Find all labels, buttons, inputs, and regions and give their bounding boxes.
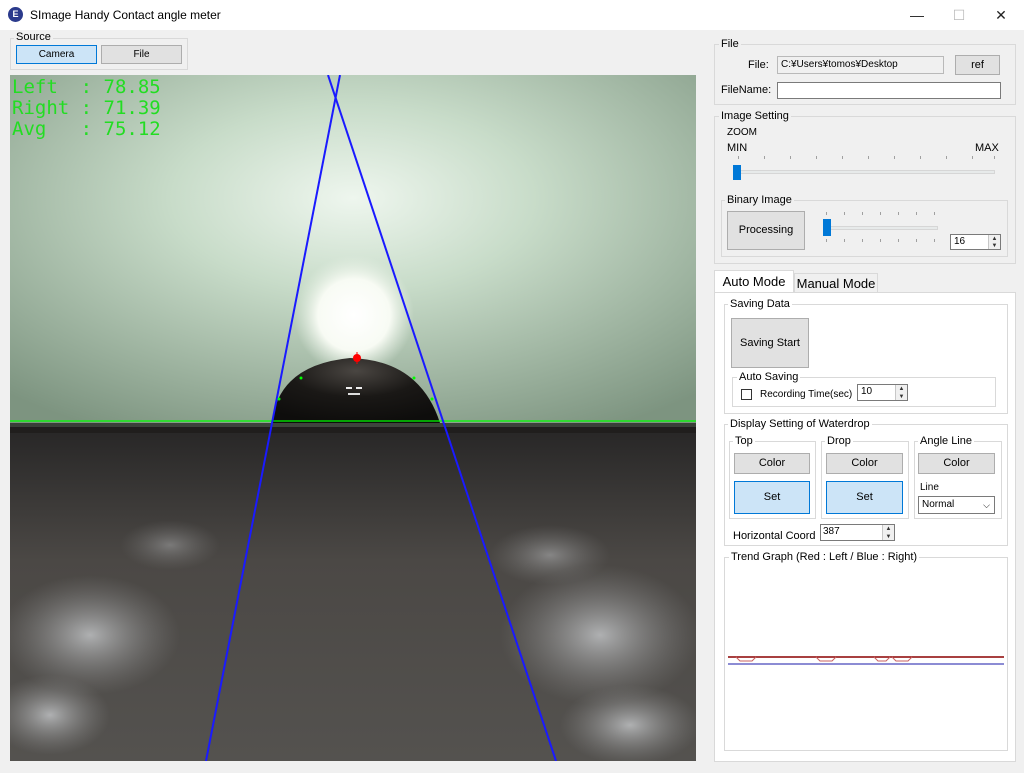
left-angle-readout: Left : 78.85 <box>12 76 161 98</box>
horizontal-coord-value: 387 <box>823 526 840 537</box>
threshold-value: 16 <box>954 236 966 247</box>
image-setting-label: Image Setting <box>719 110 791 122</box>
measurement-overlay <box>10 75 696 761</box>
drop-color-button[interactable]: Color <box>826 453 903 474</box>
top-set-button[interactable]: Set <box>734 481 810 514</box>
threshold-ticks <box>822 212 940 216</box>
app-icon: E <box>8 7 23 22</box>
line-label: Line <box>920 482 939 493</box>
recording-checkbox[interactable] <box>741 389 752 400</box>
binary-image-label: Binary Image <box>725 194 794 206</box>
zoom-slider-thumb[interactable] <box>733 165 741 180</box>
top-label: Top <box>733 435 755 447</box>
file-source-button[interactable]: File <box>101 45 182 64</box>
spin-down-icon[interactable]: ▼ <box>882 532 894 540</box>
angle-line-label: Angle Line <box>918 435 974 447</box>
filename-field[interactable] <box>777 82 1001 99</box>
ref-button[interactable]: ref <box>955 55 1000 75</box>
trend-graph-plot <box>728 656 1004 665</box>
avg-angle-readout: Avg : 75.12 <box>12 118 161 140</box>
threshold-ticks-bottom <box>822 239 940 243</box>
threshold-slider-thumb[interactable] <box>823 219 831 236</box>
zoom-min-label: MIN <box>727 142 748 154</box>
filename-label: FileName: <box>721 84 772 96</box>
saving-start-button[interactable]: Saving Start <box>731 318 809 368</box>
drop-set-button[interactable]: Set <box>826 481 903 514</box>
processing-button[interactable]: Processing <box>727 211 805 250</box>
title-bar: E SImage Handy Contact angle meter — ☐ ✕ <box>0 0 1024 30</box>
trend-graph-label: Trend Graph (Red : Left / Blue : Right) <box>729 551 920 563</box>
source-group-label: Source <box>14 31 53 43</box>
right-angle-readout: Right : 71.39 <box>12 97 161 119</box>
left-tangent-line <box>205 75 341 761</box>
angle-line-color-button[interactable]: Color <box>918 453 995 474</box>
recording-time-value: 10 <box>861 386 873 397</box>
horizontal-coord-spinner[interactable]: 387 ▲ ▼ <box>820 524 895 541</box>
recording-time-spinner[interactable]: 10 ▲ ▼ <box>857 384 908 401</box>
file-path-label: File: <box>748 59 769 71</box>
saving-data-label: Saving Data <box>728 298 792 310</box>
drop-label: Drop <box>825 435 853 447</box>
spin-down-icon[interactable]: ▼ <box>988 242 1000 249</box>
tab-auto-mode[interactable]: Auto Mode <box>714 270 794 293</box>
recording-time-label: Recording Time(sec) <box>760 389 853 400</box>
minimize-button[interactable]: — <box>894 0 940 30</box>
chevron-down-icon: ⌵ <box>983 500 990 510</box>
spin-up-icon[interactable]: ▲ <box>988 235 1000 242</box>
auto-saving-label: Auto Saving <box>737 371 801 383</box>
zoom-label: ZOOM <box>727 127 757 138</box>
line-style-select[interactable]: Normal ⌵ <box>918 496 995 514</box>
zoom-max-label: MAX <box>975 142 999 154</box>
spin-up-icon[interactable]: ▲ <box>882 525 894 533</box>
zoom-slider-track[interactable] <box>733 170 995 174</box>
display-setting-label: Display Setting of Waterdrop <box>728 418 872 430</box>
tab-manual-mode[interactable]: Manual Mode <box>794 273 878 293</box>
line-style-value: Normal <box>922 499 955 510</box>
top-color-button[interactable]: Color <box>734 453 810 474</box>
zoom-ticks <box>732 156 996 160</box>
close-button[interactable]: ✕ <box>978 0 1024 30</box>
file-group-label: File <box>719 38 741 50</box>
right-tangent-line <box>327 75 557 761</box>
maximize-button[interactable]: ☐ <box>936 0 982 30</box>
spin-down-icon[interactable]: ▼ <box>895 392 907 400</box>
camera-source-button[interactable]: Camera <box>16 45 97 64</box>
camera-view[interactable]: Left : 78.85 Right : 71.39 Avg : 75.12 <box>10 75 696 761</box>
threshold-slider-track[interactable] <box>823 226 938 230</box>
spin-up-icon[interactable]: ▲ <box>895 385 907 393</box>
threshold-spinner[interactable]: 16 ▲ ▼ <box>950 234 1001 250</box>
file-path-field[interactable]: C:¥Users¥tomos¥Desktop <box>777 56 944 74</box>
window-title: SImage Handy Contact angle meter <box>30 8 221 22</box>
horizontal-coord-label: Horizontal Coord <box>733 530 816 542</box>
